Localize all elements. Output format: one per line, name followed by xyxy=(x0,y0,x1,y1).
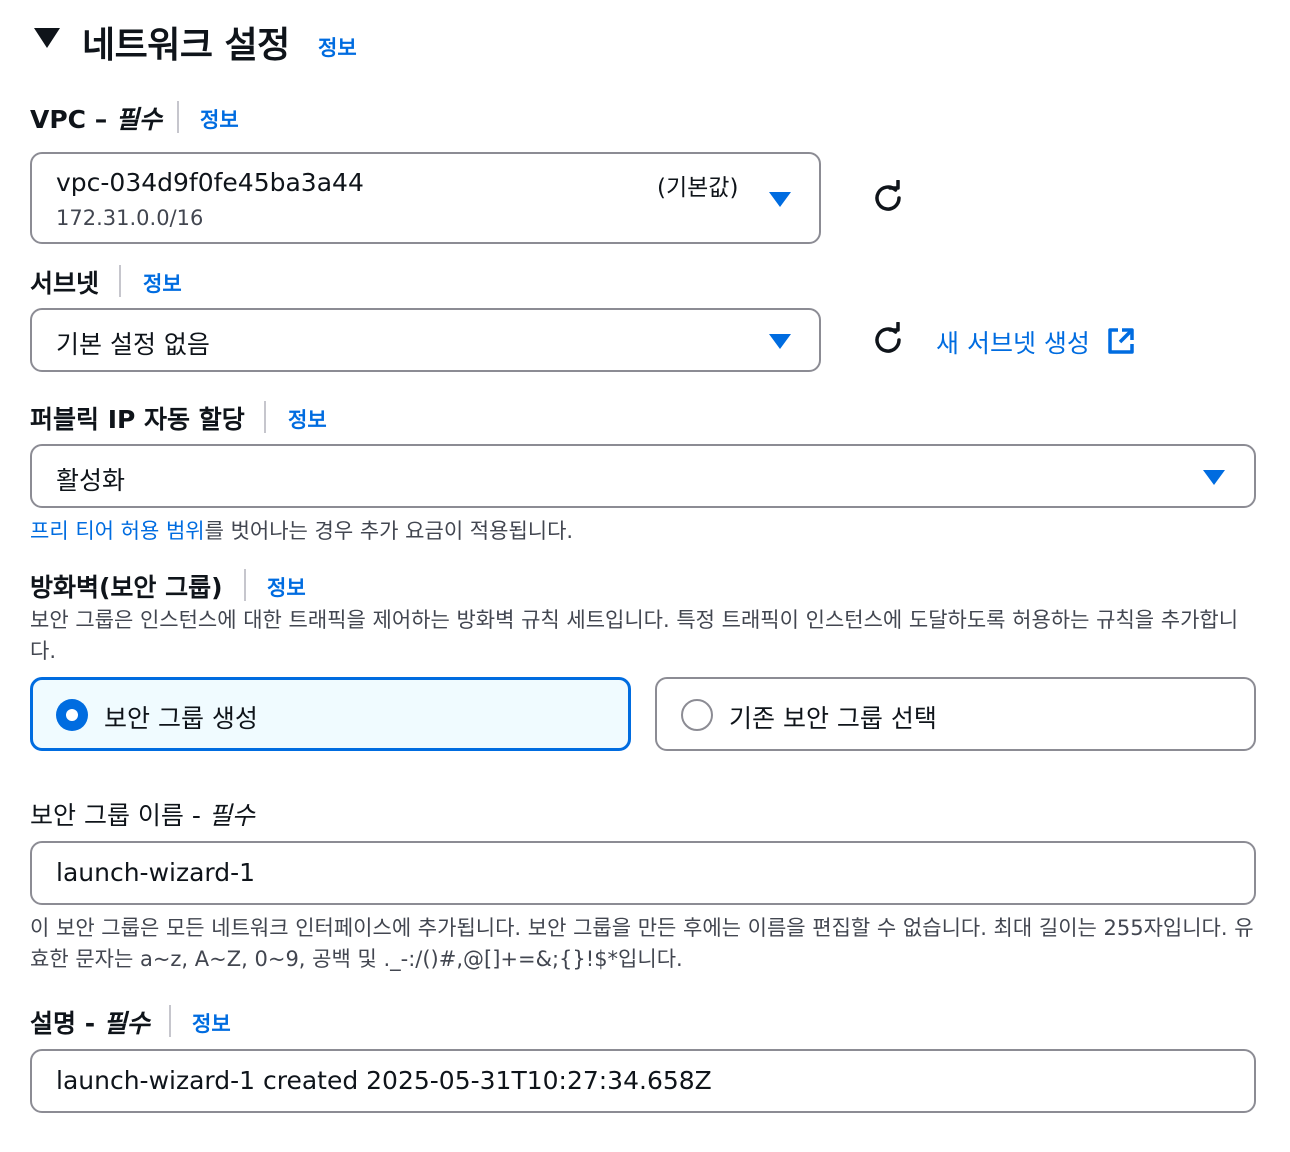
description-required-text: 필수 xyxy=(103,1009,150,1038)
refresh-icon xyxy=(875,322,901,353)
description-input-value: launch-wizard-1 created 2025-05-31T10:27… xyxy=(56,1066,712,1095)
caret-down-icon xyxy=(769,192,791,207)
public-ip-hint: 프리 티어 허용 범위를 벗어나는 경우 추가 요금이 적용됩니다. xyxy=(30,516,573,547)
subnet-select-value: 기본 설정 없음 xyxy=(56,330,210,359)
subnet-refresh-button[interactable] xyxy=(870,322,906,358)
sg-name-required-text: 필수 xyxy=(208,801,255,830)
firewall-description: 보안 그룹은 인스턴스에 대한 트래픽을 제어하는 방화벽 규칙 세트입니다. … xyxy=(30,608,1239,663)
radio-unselected-icon xyxy=(681,699,713,731)
refresh-icon xyxy=(875,180,901,211)
vpc-select[interactable]: vpc-034d9f0fe45ba3a44 172.31.0.0/16 (기본값… xyxy=(30,152,821,244)
subnet-select[interactable]: 기본 설정 없음 xyxy=(30,308,821,372)
create-security-group-option[interactable]: 보안 그룹 생성 xyxy=(30,677,631,751)
vpc-refresh-button[interactable] xyxy=(870,180,906,216)
vpc-label: VPC – 필수 xyxy=(30,100,162,136)
vpc-default-tag: (기본값) xyxy=(657,175,739,201)
subnet-info-link[interactable]: 정보 xyxy=(143,268,182,298)
public-ip-info-link[interactable]: 정보 xyxy=(288,404,327,434)
public-ip-hint-text: 를 벗어나는 경우 추가 요금이 적용됩니다. xyxy=(204,519,574,543)
radio-selected-icon xyxy=(56,699,88,731)
create-security-group-label: 보안 그룹 생성 xyxy=(104,704,258,733)
sg-name-hint: 이 보안 그룹은 모든 네트워크 인터페이스에 추가됩니다. 보안 그룹을 만든… xyxy=(30,916,1254,971)
public-ip-label: 퍼블릭 IP 자동 할당 xyxy=(30,405,245,434)
description-info-link[interactable]: 정보 xyxy=(192,1008,231,1038)
existing-security-group-option[interactable]: 기존 보안 그룹 선택 xyxy=(655,677,1256,751)
description-input[interactable]: launch-wizard-1 created 2025-05-31T10:27… xyxy=(30,1049,1256,1113)
vpc-required-text: 필수 xyxy=(115,105,162,134)
description-label-text: 설명 - xyxy=(30,1009,104,1038)
external-link-icon xyxy=(1106,326,1136,356)
radio-dot xyxy=(66,709,78,721)
vpc-select-value: vpc-034d9f0fe45ba3a44 xyxy=(56,168,364,197)
vpc-label-divider xyxy=(177,101,179,133)
firewall-label-divider xyxy=(244,569,246,601)
sg-name-label-text: 보안 그룹 이름 - xyxy=(30,801,209,830)
public-ip-label-divider xyxy=(264,401,266,433)
description-label-divider xyxy=(169,1005,171,1037)
description-label: 설명 - 필수 xyxy=(30,1004,150,1040)
subnet-label: 서브넷 xyxy=(30,269,100,298)
free-tier-link[interactable]: 프리 티어 허용 범위 xyxy=(30,519,205,543)
section-info-link[interactable]: 정보 xyxy=(318,32,357,62)
create-subnet-link[interactable]: 새 서브넷 생성 xyxy=(936,324,1090,360)
vpc-label-text: VPC – xyxy=(30,105,116,134)
sg-name-label: 보안 그룹 이름 - 필수 xyxy=(30,796,255,832)
firewall-label: 방화벽(보안 그룹) xyxy=(30,573,223,602)
public-ip-select[interactable]: 활성화 xyxy=(30,444,1256,508)
existing-security-group-label: 기존 보안 그룹 선택 xyxy=(729,704,937,733)
caret-down-icon xyxy=(1203,470,1225,485)
vpc-cidr: 172.31.0.0/16 xyxy=(56,206,204,230)
sg-name-input[interactable]: launch-wizard-1 xyxy=(30,841,1256,905)
collapse-caret-icon[interactable] xyxy=(34,28,60,48)
vpc-info-link[interactable]: 정보 xyxy=(200,104,239,134)
create-subnet-link-text: 새 서브넷 생성 xyxy=(936,329,1090,358)
section-title: 네트워크 설정 xyxy=(82,25,290,66)
sg-name-input-value: launch-wizard-1 xyxy=(56,858,256,887)
public-ip-select-value: 활성화 xyxy=(56,466,126,495)
subnet-label-divider xyxy=(119,265,121,297)
caret-down-icon xyxy=(769,334,791,349)
firewall-info-link[interactable]: 정보 xyxy=(267,572,306,602)
